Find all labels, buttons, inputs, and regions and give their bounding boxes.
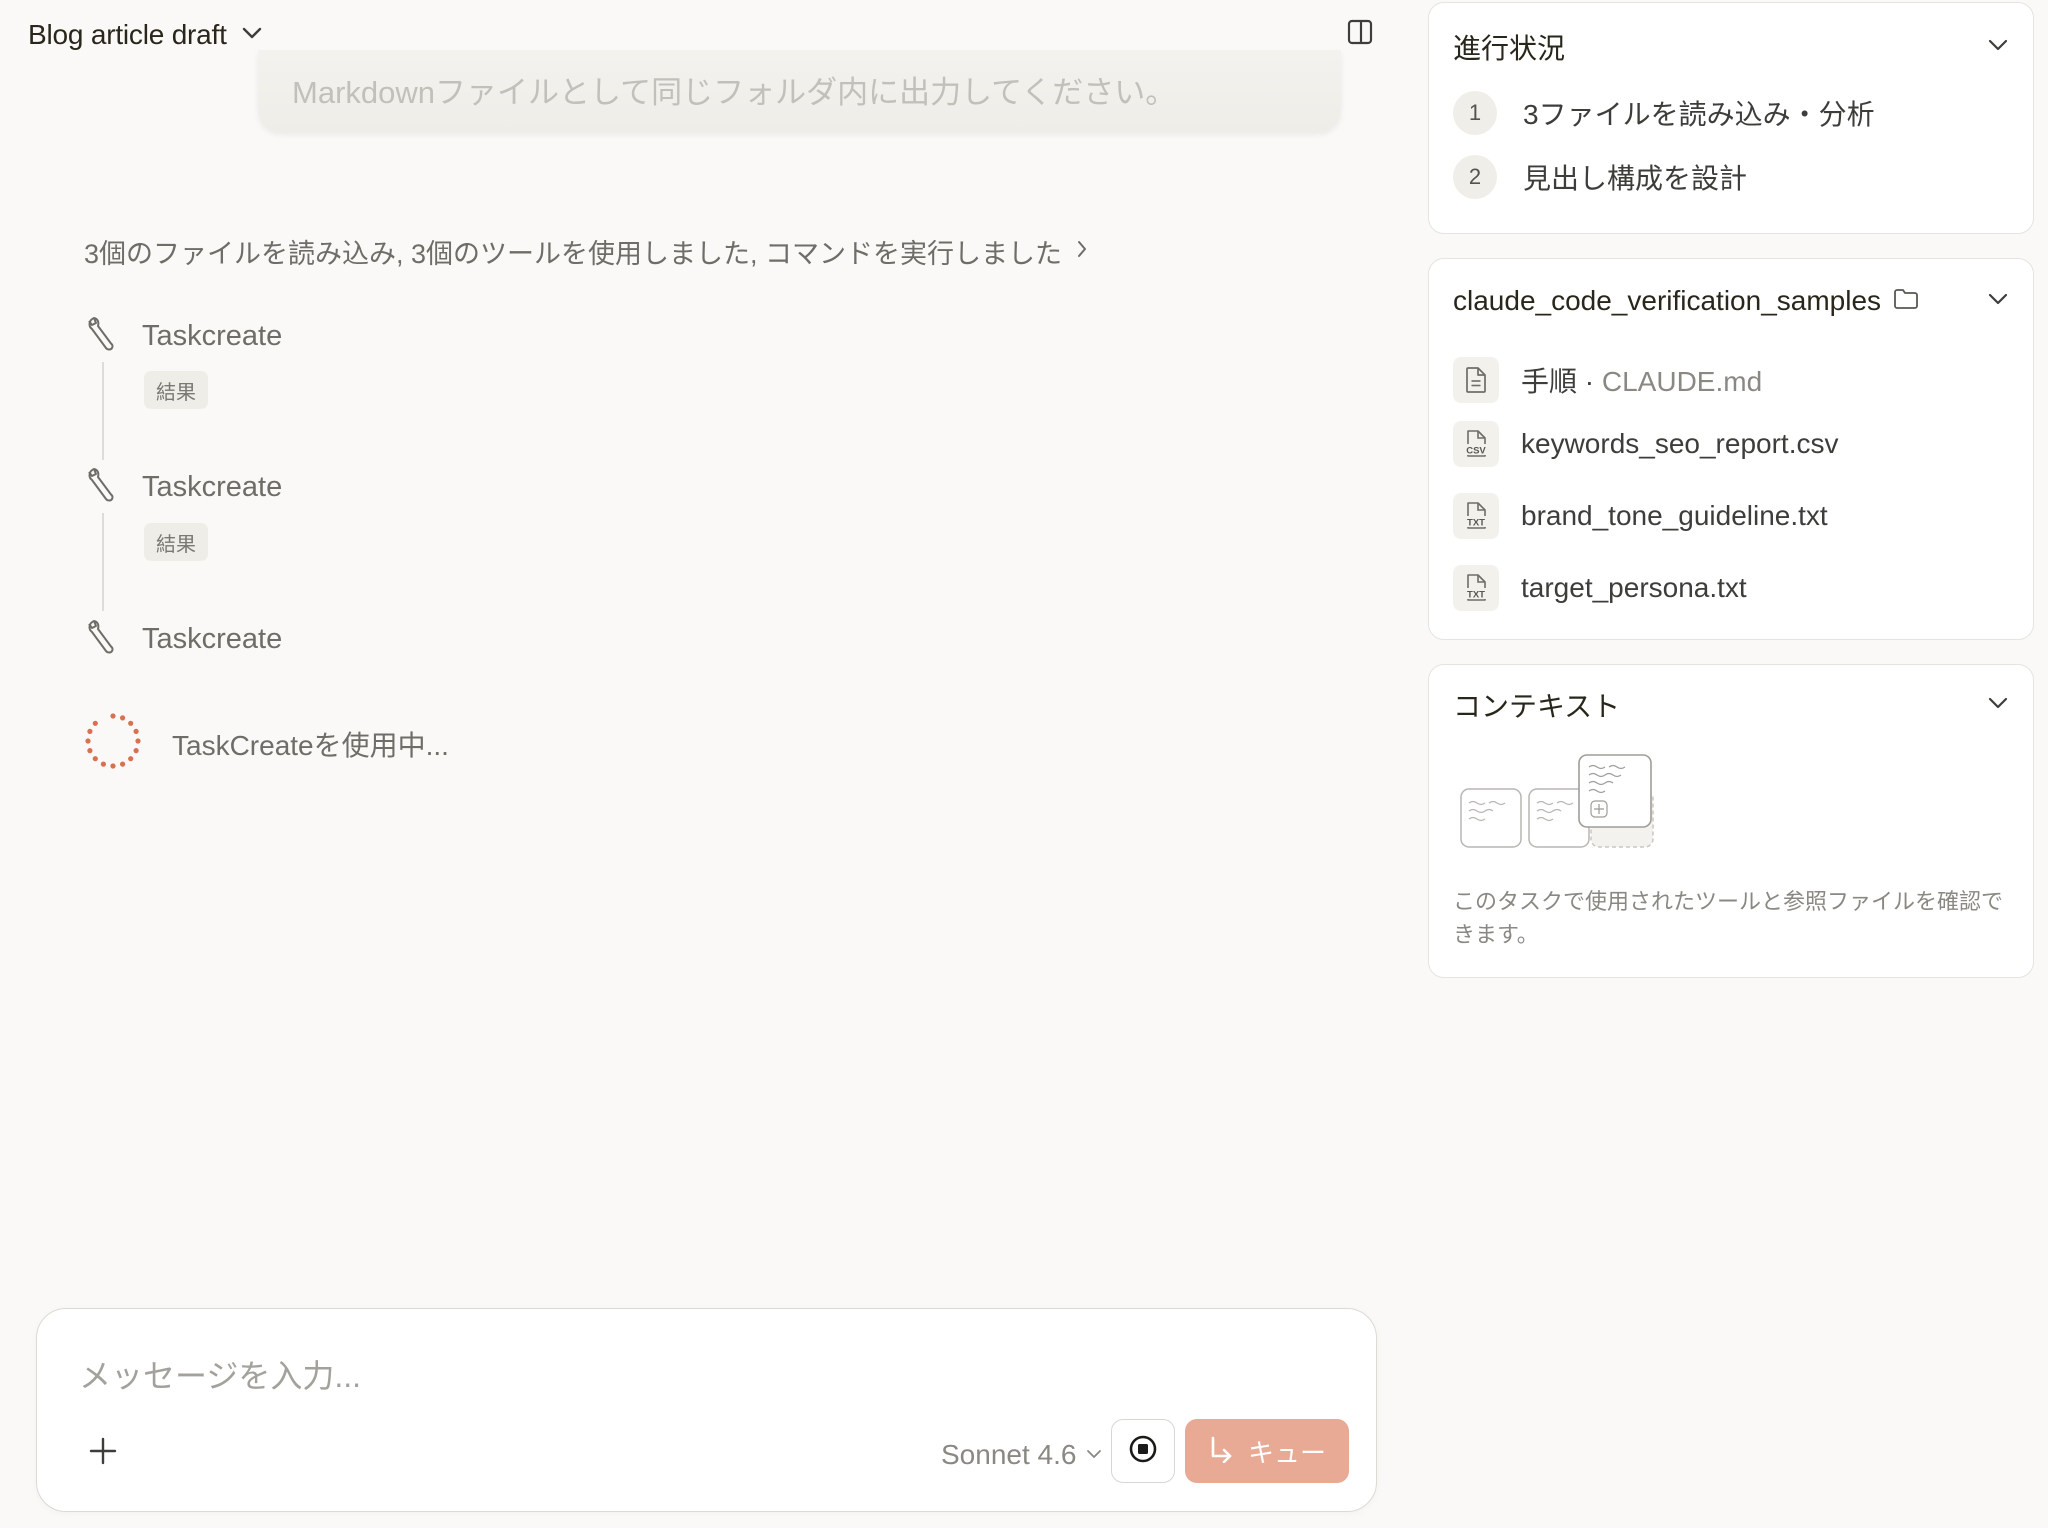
timeline-connector <box>102 362 104 460</box>
message-composer: Sonnet 4.6 キュー <box>36 1308 1377 1512</box>
folder-panel-header[interactable]: claude_code_verification_samples <box>1453 281 2009 321</box>
step-number: 1 <box>1453 91 1497 135</box>
file-name: 手順 · CLAUDE.md <box>1521 360 1762 400</box>
chevron-down-icon <box>1987 38 2009 57</box>
chevron-right-icon <box>1076 239 1088 264</box>
context-panel-title: コンテキスト <box>1453 691 1621 722</box>
file-item[interactable]: TXT target_persona.txt <box>1453 565 1747 611</box>
chevron-down-icon <box>1987 696 2009 715</box>
context-description: このタスクで使用されたツールと参照ファイルを確認できます。 <box>1453 889 2004 947</box>
chevron-down-icon <box>241 26 263 45</box>
progress-step: 2 見出し構成を設計 <box>1453 155 1747 199</box>
tool-call[interactable]: Taskcreate <box>84 465 282 510</box>
activity-summary[interactable]: 3個のファイルを読み込み, 3個のツールを使用しました, コマンドを実行しました <box>84 232 1088 271</box>
panel-toggle-icon <box>1347 19 1373 50</box>
conversation-title-button[interactable]: Blog article draft <box>28 14 263 56</box>
message-input[interactable] <box>79 1351 1319 1401</box>
wrench-icon <box>84 465 120 510</box>
doc-icon <box>1453 357 1499 403</box>
loading-indicator: TaskCreateを使用中... <box>84 712 449 775</box>
loading-text: TaskCreateを使用中... <box>172 729 449 761</box>
activity-summary-text: 3個のファイルを読み込み, 3個のツールを使用しました, コマンドを実行しました <box>84 239 1063 269</box>
conversation-title: Blog article draft <box>28 19 227 50</box>
file-type-label: CSV <box>1466 446 1486 457</box>
file-item[interactable]: CSV keywords_seo_report.csv <box>1453 421 1838 467</box>
file-type-label: TXT <box>1467 518 1485 529</box>
enter-arrow-icon <box>1208 1435 1234 1468</box>
progress-panel-title: 進行状況 <box>1453 33 1566 64</box>
result-badge[interactable]: 結果 <box>144 371 208 409</box>
file-name: target_persona.txt <box>1521 572 1747 603</box>
file-name-text: CLAUDE.md <box>1601 366 1763 397</box>
progress-panel-header[interactable]: 進行状況 <box>1453 27 2009 67</box>
progress-panel: 進行状況 1 3ファイルを読み込み・分析 2 見出し構成を設計 <box>1428 2 2034 234</box>
timeline-connector <box>102 513 104 611</box>
context-panel: コンテキスト このタスクで使用されたツールと参照ファイルを確認できます。 <box>1428 664 2034 978</box>
spinner-icon <box>84 712 142 775</box>
previous-user-message: Markdownファイルとして同じフォルダ内に出力してください。 <box>258 50 1341 132</box>
tool-name: Taskcreate <box>142 623 283 655</box>
plus-icon <box>88 1436 118 1471</box>
file-prefix: 手順 · <box>1521 366 1602 397</box>
previous-message-text: Markdownファイルとして同じフォルダ内に出力してください。 <box>292 75 1177 110</box>
stop-button[interactable] <box>1111 1419 1175 1483</box>
file-name: keywords_seo_report.csv <box>1521 428 1839 459</box>
wrench-icon <box>84 617 120 662</box>
file-type-label: TXT <box>1467 590 1485 601</box>
txt-icon: TXT <box>1453 493 1499 539</box>
panel-toggle-button[interactable] <box>1346 19 1374 50</box>
csv-icon: CSV <box>1453 421 1499 467</box>
result-badge[interactable]: 結果 <box>144 523 208 561</box>
file-name: brand_tone_guideline.txt <box>1521 500 1828 531</box>
context-panel-header[interactable]: コンテキスト <box>1453 685 2009 725</box>
model-name: Sonnet 4.6 <box>941 1439 1077 1470</box>
tool-call[interactable]: Taskcreate <box>84 314 282 359</box>
add-attachment-button[interactable] <box>81 1431 125 1475</box>
chevron-down-icon <box>1086 1446 1102 1464</box>
stop-icon <box>1128 1434 1158 1469</box>
folder-icon <box>1893 288 1919 315</box>
file-item[interactable]: TXT brand_tone_guideline.txt <box>1453 493 1828 539</box>
tool-call[interactable]: Taskcreate <box>84 617 282 662</box>
file-item[interactable]: 手順 · CLAUDE.md <box>1453 357 1762 403</box>
wrench-icon <box>84 314 120 359</box>
step-label: 3ファイルを読み込み・分析 <box>1523 99 1875 130</box>
folder-name: claude_code_verification_samples <box>1453 285 1882 316</box>
step-number: 2 <box>1453 155 1497 199</box>
folder-panel: claude_code_verification_samples 手順 · CL… <box>1428 258 2034 640</box>
queue-label: キュー <box>1247 1437 1326 1468</box>
queue-button[interactable]: キュー <box>1185 1419 1349 1483</box>
tool-name: Taskcreate <box>142 320 283 352</box>
model-selector[interactable]: Sonnet 4.6 <box>941 1435 1102 1475</box>
context-illustration-icon <box>1459 753 1669 858</box>
tool-name: Taskcreate <box>142 471 283 503</box>
progress-step: 1 3ファイルを読み込み・分析 <box>1453 91 1875 135</box>
txt-icon: TXT <box>1453 565 1499 611</box>
folder-title-wrap: claude_code_verification_samples <box>1453 285 1919 317</box>
step-label: 見出し構成を設計 <box>1523 163 1748 194</box>
chevron-down-icon <box>1987 292 2009 311</box>
